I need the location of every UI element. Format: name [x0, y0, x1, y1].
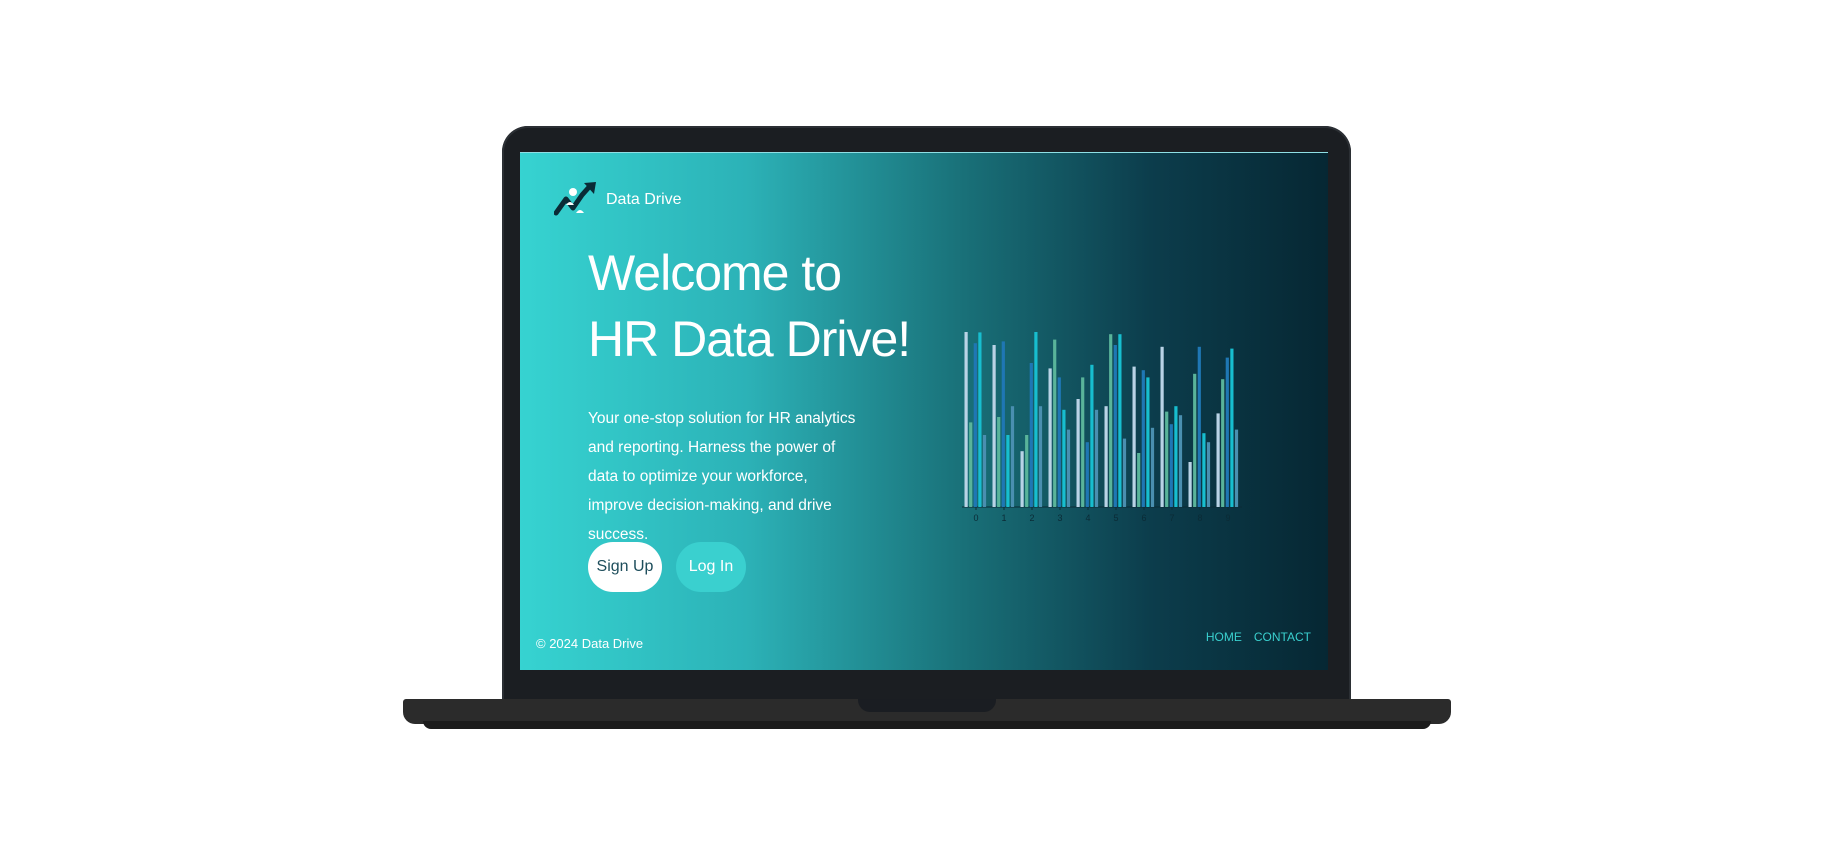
chart-bar [1146, 377, 1150, 507]
chart-bar [1081, 377, 1085, 507]
chart-bar [1006, 435, 1010, 507]
footer-nav: HOME CONTACT [1206, 630, 1311, 644]
laptop-notch [858, 699, 996, 712]
chart-bar [1230, 348, 1234, 507]
chart-bar [973, 343, 977, 507]
chart-bar [1029, 363, 1033, 507]
footer-link-contact[interactable]: CONTACT [1254, 630, 1311, 644]
chart-bar [1109, 334, 1113, 507]
brand-name: Data Drive [606, 191, 682, 208]
chart-bar [1234, 429, 1239, 507]
chart-bar [1169, 424, 1173, 507]
chart-bar [997, 417, 1001, 507]
chart-x-tick-label: 9 [1225, 513, 1230, 523]
chart-bar [1104, 406, 1108, 507]
chart-bar [982, 435, 987, 507]
chart-bar [1010, 406, 1015, 507]
chart-bar [1160, 346, 1164, 507]
chart-bar [1076, 399, 1080, 507]
chart-bar [1038, 406, 1043, 507]
chart-bar [1132, 366, 1136, 507]
chart-bar [992, 345, 996, 507]
chart-bar [1025, 435, 1029, 507]
chart-bar [1202, 433, 1206, 507]
chart-bar [1206, 442, 1211, 507]
chart-bar [1001, 341, 1005, 507]
hero-description: Your one-stop solution for HR analytics … [588, 410, 856, 543]
chart-bar [1090, 364, 1094, 507]
chart-x-tick-label: 7 [1169, 513, 1174, 523]
chart-x-tick-label: 5 [1113, 513, 1118, 523]
chart-bar [1174, 406, 1178, 507]
sign-up-button[interactable]: Sign Up [588, 542, 662, 592]
chart-bar [1020, 451, 1024, 507]
chart-bar [1048, 368, 1052, 507]
hero-title: Welcome to HR Data Drive! [588, 240, 911, 372]
chart-x-tick-label: 8 [1197, 513, 1202, 523]
app-screen: Data Drive Welcome to HR Data Drive! You… [520, 152, 1328, 670]
chart-bar [1150, 427, 1155, 507]
footer-link-home[interactable]: HOME [1206, 630, 1242, 644]
chart-bar [964, 332, 968, 507]
chart-bar [1062, 409, 1066, 507]
chart-bar [1221, 379, 1225, 507]
chart-x-tick-label: 2 [1029, 513, 1034, 523]
chart-bar [1057, 377, 1061, 507]
laptop-foot [423, 721, 1431, 729]
hero-title-line-2: HR Data Drive! [588, 311, 911, 367]
chart-bar [1113, 345, 1117, 507]
chart-bar [1085, 442, 1089, 507]
chart-bar [1216, 413, 1220, 507]
bar-chart: 0 1 2 3 4 5 6 7 8 9 [962, 332, 1242, 523]
chart-x-tick-label: 1 [1001, 513, 1006, 523]
chart-x-tick-label: 6 [1141, 513, 1146, 523]
chart-x-tick-label: 3 [1057, 513, 1062, 523]
chart-bar [1137, 453, 1141, 507]
chart-x-tick-label: 4 [1085, 513, 1090, 523]
chart-bar [1053, 339, 1057, 507]
chart-bar [1193, 373, 1197, 507]
chart-bar [1141, 370, 1145, 507]
chart-bar [1178, 415, 1183, 507]
logo-chart-arrow-icon [554, 182, 596, 216]
chart-bar [1118, 334, 1122, 507]
chart-bar [1225, 357, 1229, 507]
logo[interactable]: Data Drive [554, 182, 682, 218]
chart-bar [969, 422, 973, 507]
chart-x-tick-label: 0 [973, 513, 978, 523]
footer-copyright: © 2024 Data Drive [536, 636, 644, 651]
chart-bar [1094, 409, 1099, 507]
chart-bar [1197, 346, 1201, 507]
chart-bar [978, 332, 982, 507]
chart-bar [1165, 411, 1169, 507]
chart-bar [1034, 332, 1038, 507]
chart-bar [1122, 438, 1127, 507]
chart-bar [1066, 429, 1071, 507]
screen-top-border [520, 152, 1328, 153]
log-in-button[interactable]: Log In [676, 542, 746, 592]
hero-title-line-1: Welcome to [588, 245, 842, 301]
chart-bar [1188, 462, 1192, 507]
